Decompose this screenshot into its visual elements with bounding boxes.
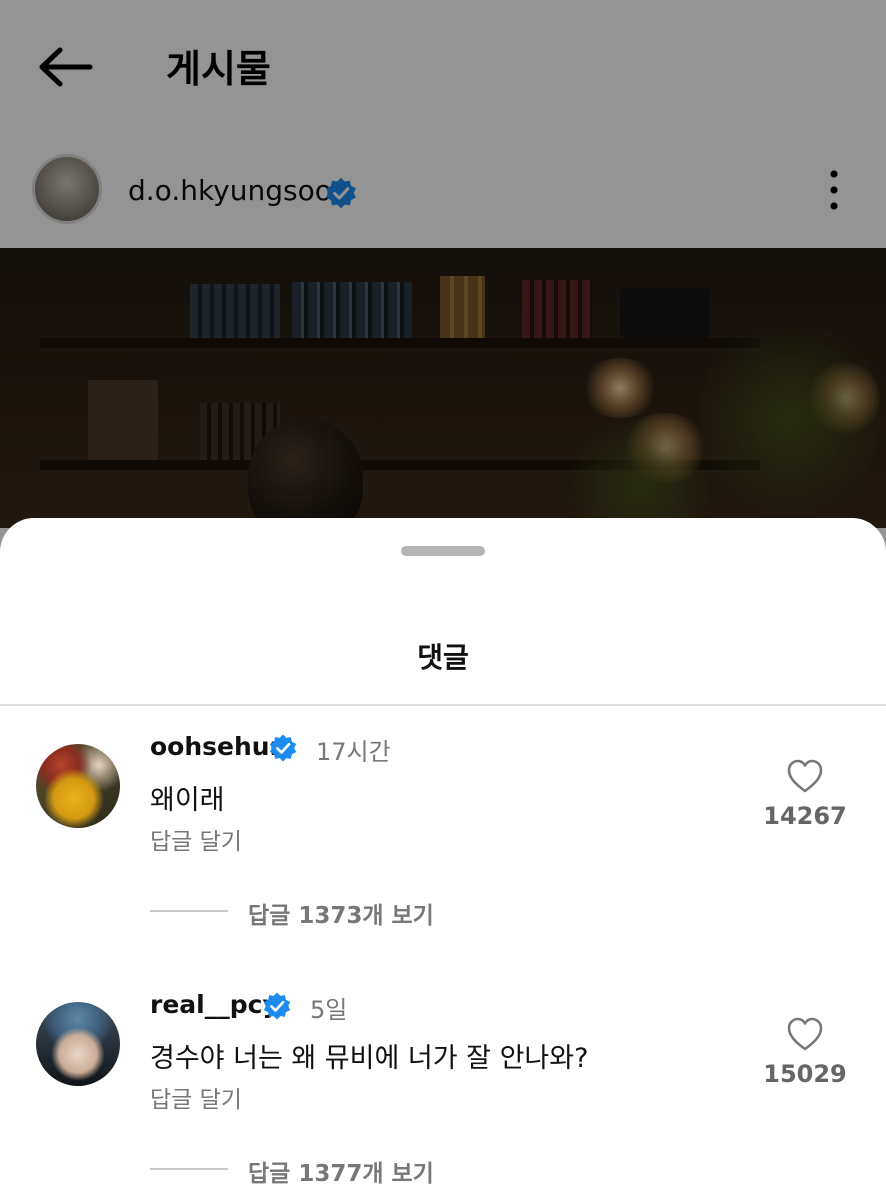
comment-timestamp: 5일 — [310, 996, 348, 1024]
comment-item: oohsehun 17시간 왜이래 답글 달기 14267 답글 1373개 보… — [0, 722, 886, 942]
comment-avatar[interactable] — [36, 1002, 120, 1086]
view-replies-button[interactable]: 답글 1377개 보기 — [248, 1154, 434, 1188]
sheet-title: 댓글 — [417, 641, 469, 674]
comment-timestamp: 17시간 — [316, 738, 391, 766]
comment-username[interactable]: oohsehun — [150, 732, 287, 761]
reply-button[interactable]: 답글 달기 — [150, 822, 242, 856]
view-replies-button[interactable]: 답글 1373개 보기 — [248, 896, 434, 930]
verified-badge-icon — [263, 992, 291, 1020]
heart-icon[interactable] — [786, 758, 824, 794]
comment-text: 왜이래 — [150, 785, 225, 816]
view-replies-line — [150, 1168, 228, 1170]
comment-username[interactable]: real__pcy — [150, 990, 279, 1019]
comment-item: real__pcy 5일 경수야 너는 왜 뮤비에 너가 잘 안나와? 답글 달… — [0, 980, 886, 1200]
view-replies-line — [150, 910, 228, 912]
verified-badge-icon — [269, 734, 297, 762]
like-count: 15029 — [763, 1060, 847, 1088]
comment-text: 경수야 너는 왜 뮤비에 너가 잘 안나와? — [150, 1043, 589, 1074]
reply-button[interactable]: 답글 달기 — [150, 1080, 242, 1114]
sheet-divider — [0, 704, 886, 706]
sheet-drag-handle[interactable] — [401, 546, 485, 556]
like-count: 14267 — [763, 802, 847, 830]
comment-avatar[interactable] — [36, 744, 120, 828]
heart-icon[interactable] — [786, 1016, 824, 1052]
comments-sheet: 댓글 oohsehun 17시간 왜이래 답글 달기 14267 답글 1373… — [0, 518, 886, 1200]
